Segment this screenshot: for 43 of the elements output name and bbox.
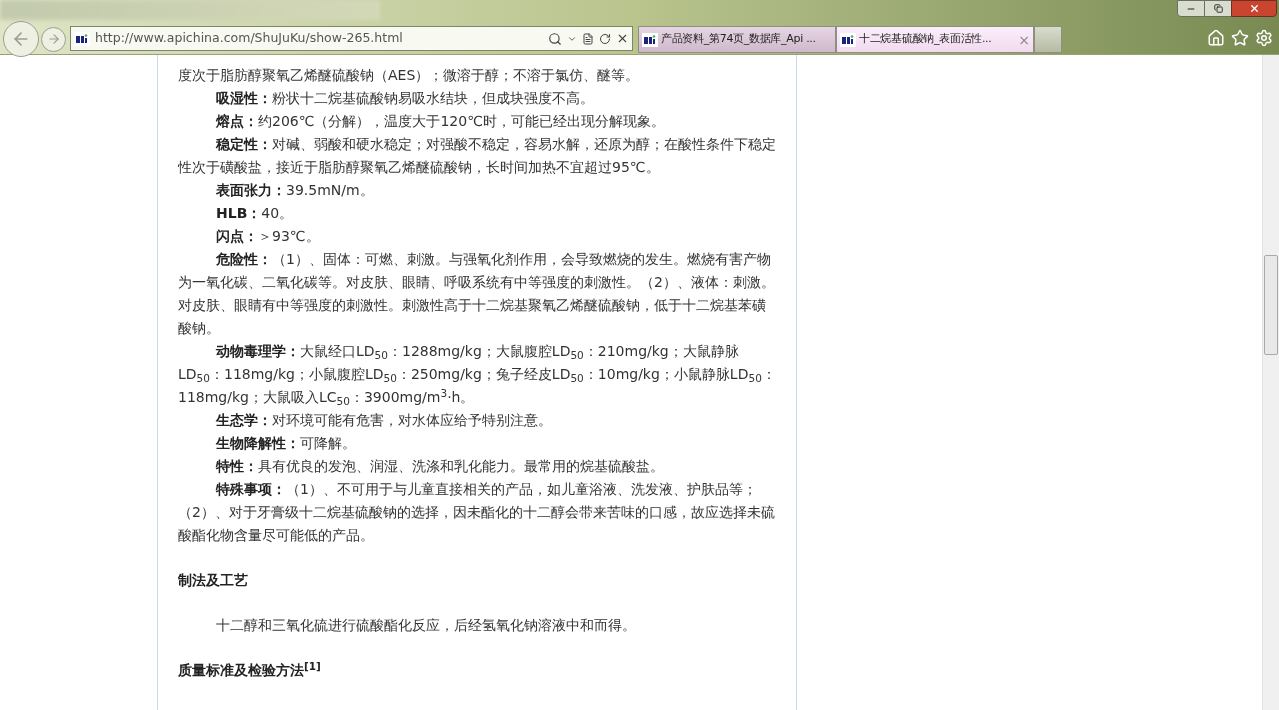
section-heading: 制法及工艺: [178, 571, 249, 590]
site-logo-icon: [642, 32, 658, 47]
forward-arrow-icon: [46, 32, 61, 46]
minimize-button[interactable]: [1177, 0, 1205, 17]
back-button[interactable]: [3, 21, 39, 57]
refresh-icon[interactable]: [599, 32, 611, 45]
close-window-button[interactable]: [1231, 0, 1277, 17]
compat-view-icon[interactable]: [582, 32, 594, 45]
site-logo-icon: [840, 32, 856, 47]
section-heading: 质量标准及检验方法$^{[1]}$: [178, 659, 322, 680]
property-paragraph: HLB：40。: [215, 204, 295, 223]
stop-icon[interactable]: [616, 32, 629, 45]
scrollbar[interactable]: [1262, 55, 1279, 710]
property-paragraph: 动物毒理学：大鼠经口LD$_{50}$：1288mg/kg；大鼠腹腔LD$_{50}$：210mg/kg；大鼠静脉LD$_{50}$：118mg/kg；小鼠腹腔LD$_{50}$：250mg/kg；兔子经皮LD$_{50}$：10mg/kg；小鼠静脉LD$_{50}$：118mg/kg；大鼠吸入LC$_{50}$：3900mg/m$^{3}$·h。: [178, 342, 776, 409]
settings-icon[interactable]: [1255, 29, 1273, 47]
property-paragraph: 危险性：（1）、固体：可燃、刺激。与强氧化剂作用，会导致燃烧的发生。燃烧有害产物为一氧化碳、二氧化碳等。对皮肤、眼睛、呼吸系统有中等强度的刺激性。（2）、液体：刺激。对皮肤、眼睛有中等强度的刺激性。刺激性高于十二烷基聚氧乙烯醚硫酸钠，低于十二烷基苯磺酸钠。: [178, 250, 776, 338]
scrollbar-thumb[interactable]: [1264, 255, 1278, 355]
tab-title: 产品资料_第74页_数据库_Api ...: [661, 31, 817, 48]
address-text: http://www.apichina.com/ShuJuKu/show-265.html: [95, 29, 404, 48]
browser-tab[interactable]: 产品资料_第74页_数据库_Api ...: [638, 26, 836, 53]
browser-tab[interactable]: 十二烷基硫酸钠_表面活性... ×: [836, 26, 1034, 53]
restore-icon: [1213, 4, 1223, 13]
property-paragraph: 生态学：对环境可能有危害，对水体应给予特别注意。: [215, 411, 553, 430]
forward-button[interactable]: [41, 26, 66, 52]
property-paragraph: 生物降解性：可降解。: [215, 434, 357, 453]
new-tab-button[interactable]: [1034, 26, 1062, 53]
site-logo-icon: [74, 31, 90, 46]
search-icon[interactable]: [548, 31, 562, 46]
property-paragraph: 稳定性：对碱、弱酸和硬水稳定；对强酸不稳定，容易水解，还原为醇；在酸性条件下稳定性次于磺酸盐，接近于脂肪醇聚氧乙烯醚硫酸钠，长时间加热不宜超过95℃。: [178, 135, 776, 177]
property-paragraph: 吸湿性：粉状十二烷基硫酸钠易吸水结块，但成块强度不高。: [215, 89, 595, 108]
close-icon: [1248, 3, 1260, 14]
paragraph: 十二醇和三氧化硫进行硫酸酯化反应，后经氢氧化钠溶液中和而得。: [215, 616, 637, 635]
property-paragraph: 特殊事项：（1）、不可用于与儿童直接相关的产品，如儿童浴液、洗发液、护肤品等；（2）、对于牙膏级十二烷基硫酸钠的选择，因未酯化的十二醇会带来苦味的口感，故应选择未硫酸酯化物含量尽可能低的产品。: [178, 480, 776, 545]
property-paragraph: 熔点：约206℃（分解），温度大于120℃时，可能已经出现分解现象。: [215, 112, 666, 131]
address-bar[interactable]: http://www.apichina.com/ShuJuKu/show-265.html: [70, 26, 633, 51]
property-paragraph: 表面张力：39.5mN/m。: [215, 181, 375, 200]
paragraph: 度次于脂肪醇聚氧乙烯醚硫酸钠（AES）；微溶于醇；不溶于氯仿、醚等。: [178, 66, 641, 85]
tab-title: 十二烷基硫酸钠_表面活性...: [859, 31, 993, 48]
favorites-icon[interactable]: [1231, 29, 1249, 47]
restore-button[interactable]: [1205, 0, 1231, 17]
property-paragraph: 闪点：＞93℃。: [215, 227, 321, 246]
property-paragraph: 特性：具有优良的发泡、润湿、洗涤和乳化能力。最常用的烷基硫酸盐。: [214, 457, 665, 476]
home-icon[interactable]: [1207, 29, 1225, 47]
